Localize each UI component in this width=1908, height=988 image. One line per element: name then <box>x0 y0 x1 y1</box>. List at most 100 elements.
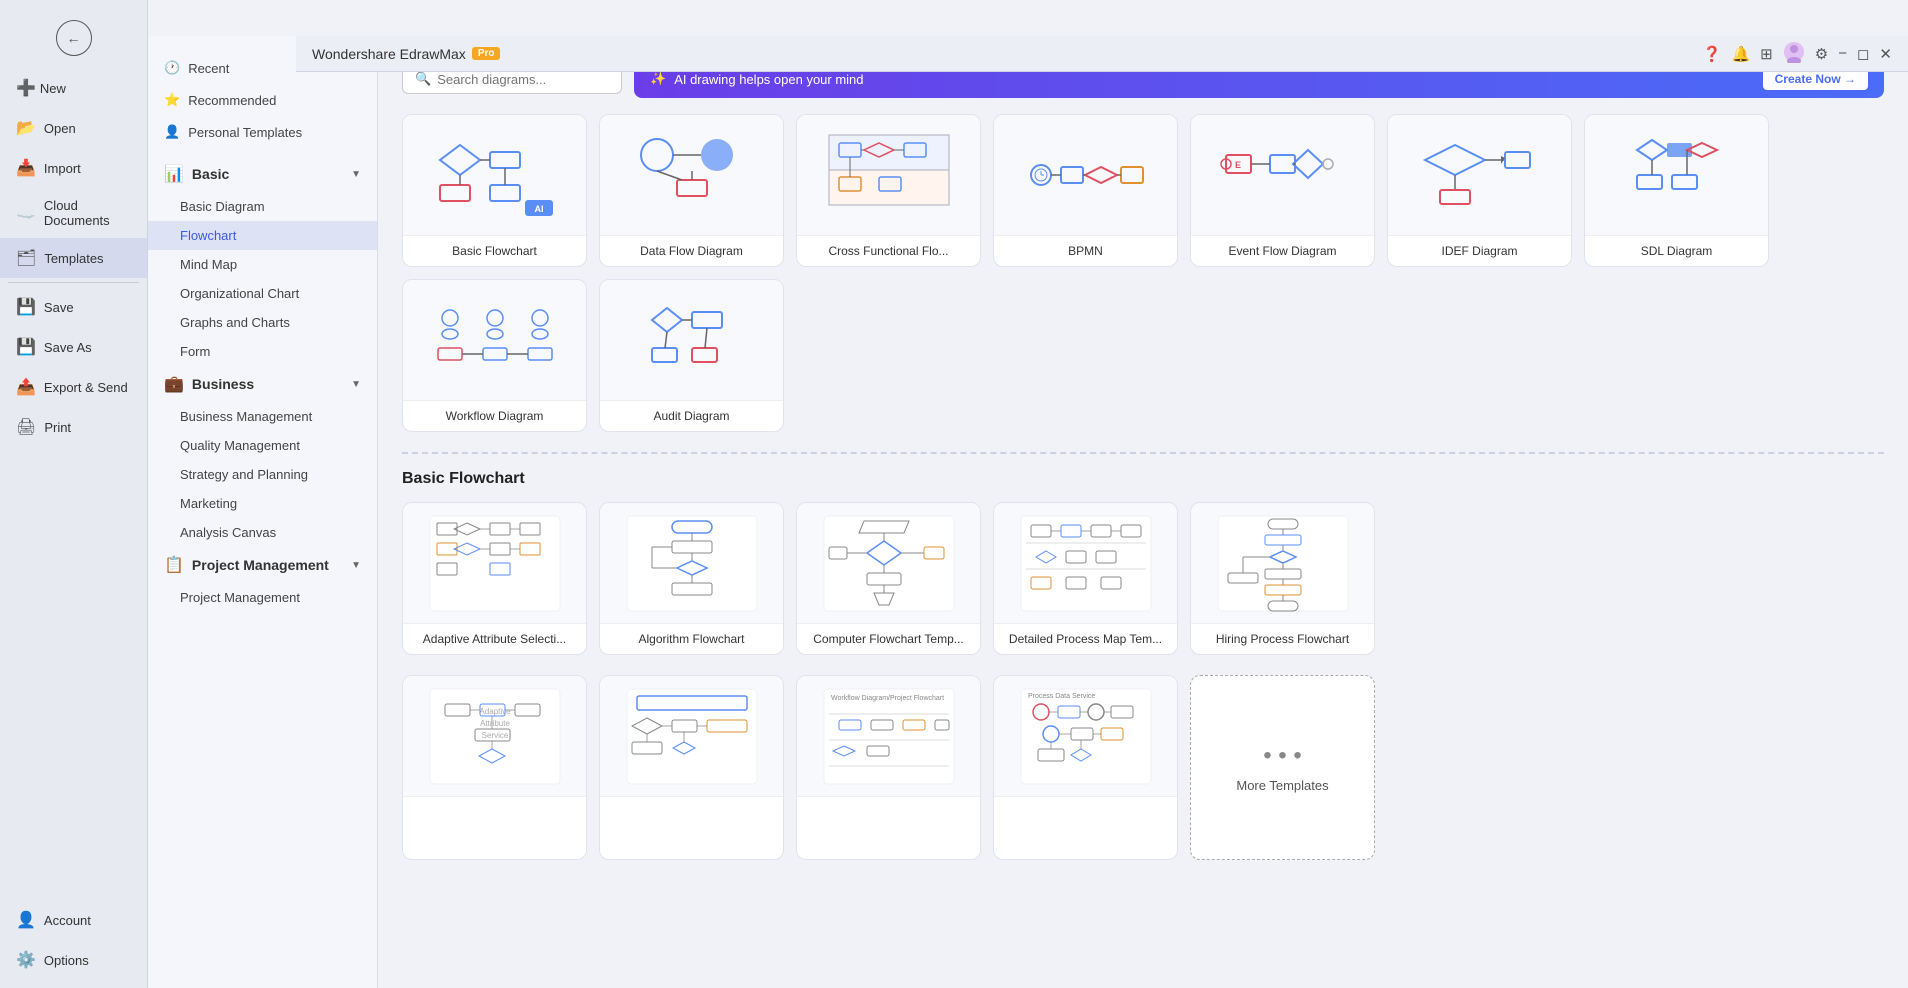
template-card-adaptive[interactable]: Adaptive Attribute Selecti... <box>402 502 587 655</box>
thumb-data-flow <box>600 115 783 235</box>
template-card-workflow[interactable]: Workflow Diagram <box>402 279 587 432</box>
template-card-detailed[interactable]: Detailed Process Map Tem... <box>993 502 1178 655</box>
user-circle-icon[interactable] <box>1783 41 1805 67</box>
svg-text:Attribute: Attribute <box>480 719 510 728</box>
business-chevron: ▼ <box>351 379 361 390</box>
sidebar-item-options[interactable]: ⚙️ Options <box>0 940 147 980</box>
project-mgmt-label: Project Management <box>180 590 300 605</box>
template-card-algorithm[interactable]: Algorithm Flowchart <box>599 502 784 655</box>
strategy-label: Strategy and Planning <box>180 467 308 482</box>
basic-diagram-item[interactable]: Basic Diagram <box>148 192 377 221</box>
sidebar-label-templates: Templates <box>44 251 103 266</box>
template-card-r2a[interactable]: Adaptive Attribute Service <box>402 675 587 860</box>
template-card-event-flow[interactable]: E Event Flow Diagram <box>1190 114 1375 267</box>
basic-section-header[interactable]: 📊 Basic ▼ <box>148 156 377 192</box>
recommended-label: Recommended <box>188 93 276 108</box>
graphs-charts-item[interactable]: Graphs and Charts <box>148 308 377 337</box>
more-templates-card[interactable]: • • • More Templates <box>1190 675 1375 860</box>
sidebar-item-new[interactable]: ➕ New <box>0 68 147 108</box>
sidebar-item-saveas[interactable]: 💾 Save As <box>0 327 147 367</box>
sidebar-item-account[interactable]: 👤 Account <box>0 900 147 940</box>
sidebar-item-open[interactable]: 📂 Open <box>0 108 147 148</box>
basic-flowchart-section-title: Basic Flowchart <box>402 470 1884 488</box>
svg-text:AI: AI <box>534 204 543 214</box>
thumb-event-flow: E <box>1191 115 1374 235</box>
personal-templates-item[interactable]: 👤 Personal Templates <box>148 116 377 148</box>
sidebar-label-save: Save <box>44 300 74 315</box>
template-card-bpmn[interactable]: BPMN <box>993 114 1178 267</box>
template-card-cross-functional[interactable]: Cross Functional Flo... <box>796 114 981 267</box>
recommended-item[interactable]: ⭐ Recommended <box>148 84 377 116</box>
label-workflow: Workflow Diagram <box>403 400 586 431</box>
thumb-basic-flowchart: AI <box>403 115 586 235</box>
template-card-data-flow[interactable]: Data Flow Diagram <box>599 114 784 267</box>
search-input[interactable] <box>437 72 597 87</box>
header-title: Wondershare EdrawMax Pro <box>312 46 500 62</box>
flowchart-item[interactable]: Flowchart <box>148 221 377 250</box>
graphs-charts-label: Graphs and Charts <box>180 315 290 330</box>
sidebar-label-import: Import <box>44 161 81 176</box>
template-card-r2c[interactable]: Workflow Diagram/Project Flowchart <box>796 675 981 860</box>
pro-badge: Pro <box>472 47 501 60</box>
business-mgmt-item[interactable]: Business Management <box>148 402 377 431</box>
sidebar-item-templates[interactable]: 🗂 Templates <box>0 238 147 278</box>
thumb-idef <box>1388 115 1571 235</box>
sidebar-item-print[interactable]: 🖨 Print <box>0 407 147 447</box>
sidebar: ← ➕ New 📂 Open 📥 Import ☁️ Cloud Documen… <box>0 0 148 988</box>
analysis-item[interactable]: Analysis Canvas <box>148 518 377 547</box>
import-icon: 📥 <box>16 158 36 178</box>
search-icon: 🔍 <box>415 71 431 87</box>
minimize-icon[interactable]: − <box>1838 45 1847 62</box>
mind-map-item[interactable]: Mind Map <box>148 250 377 279</box>
quality-mgmt-item[interactable]: Quality Management <box>148 431 377 460</box>
personal-icon: 👤 <box>164 124 180 140</box>
sidebar-item-export[interactable]: 📤 Export & Send <box>0 367 147 407</box>
settings-icon[interactable]: ⚙ <box>1815 45 1828 63</box>
marketing-item[interactable]: Marketing <box>148 489 377 518</box>
label-r2a <box>403 796 586 813</box>
save-icon: 💾 <box>16 297 36 317</box>
template-card-audit[interactable]: Audit Diagram <box>599 279 784 432</box>
label-bpmn: BPMN <box>994 235 1177 266</box>
template-card-r2d[interactable]: Process Data Service <box>993 675 1178 860</box>
project-section-header[interactable]: 📋 Project Management ▼ <box>148 547 377 583</box>
sidebar-item-import[interactable]: 📥 Import <box>0 148 147 188</box>
org-chart-item[interactable]: Organizational Chart <box>148 279 377 308</box>
label-cross-functional: Cross Functional Flo... <box>797 235 980 266</box>
marketing-label: Marketing <box>180 496 237 511</box>
template-card-computer[interactable]: Computer Flowchart Temp... <box>796 502 981 655</box>
svg-text:E: E <box>1234 160 1240 170</box>
mind-map-label: Mind Map <box>180 257 237 272</box>
template-card-basic-flowchart[interactable]: AI Basic Flowchart <box>402 114 587 267</box>
form-item[interactable]: Form <box>148 337 377 366</box>
svg-text:Process Data Service: Process Data Service <box>1028 693 1095 700</box>
thumb-detailed <box>994 503 1177 623</box>
close-icon[interactable]: ✕ <box>1879 45 1892 63</box>
template-card-hiring[interactable]: Hiring Process Flowchart <box>1190 502 1375 655</box>
content-area: 🔍 ✨ AI drawing helps open your mind Crea… <box>378 36 1908 988</box>
restore-icon[interactable]: ◻ <box>1857 45 1869 63</box>
thumb-r2a: Adaptive Attribute Service <box>403 676 586 796</box>
strategy-item[interactable]: Strategy and Planning <box>148 460 377 489</box>
template-card-idef[interactable]: IDEF Diagram <box>1387 114 1572 267</box>
label-computer: Computer Flowchart Temp... <box>797 623 980 654</box>
sidebar-item-cloud[interactable]: ☁️ Cloud Documents <box>0 188 147 238</box>
thumb-cross-functional <box>797 115 980 235</box>
grid-icon[interactable]: ⊞ <box>1760 45 1773 63</box>
sidebar-label-options: Options <box>44 953 89 968</box>
project-mgmt-item[interactable]: Project Management <box>148 583 377 612</box>
business-section-header[interactable]: 💼 Business ▼ <box>148 366 377 402</box>
label-basic-flowchart: Basic Flowchart <box>403 235 586 266</box>
bell-icon[interactable]: 🔔 <box>1731 45 1750 63</box>
template-card-r2b[interactable] <box>599 675 784 860</box>
project-section-icon: 📋 <box>164 555 184 575</box>
basic-section-icon: 📊 <box>164 164 184 184</box>
sidebar-item-save[interactable]: 💾 Save <box>0 287 147 327</box>
back-button[interactable]: ← <box>0 8 147 68</box>
template-card-sdl[interactable]: SDL Diagram <box>1584 114 1769 267</box>
business-mgmt-label: Business Management <box>180 409 312 424</box>
help-icon[interactable]: ❓ <box>1703 45 1722 63</box>
more-templates-label: More Templates <box>1236 778 1328 793</box>
business-section-icon: 💼 <box>164 374 184 394</box>
analysis-label: Analysis Canvas <box>180 525 276 540</box>
